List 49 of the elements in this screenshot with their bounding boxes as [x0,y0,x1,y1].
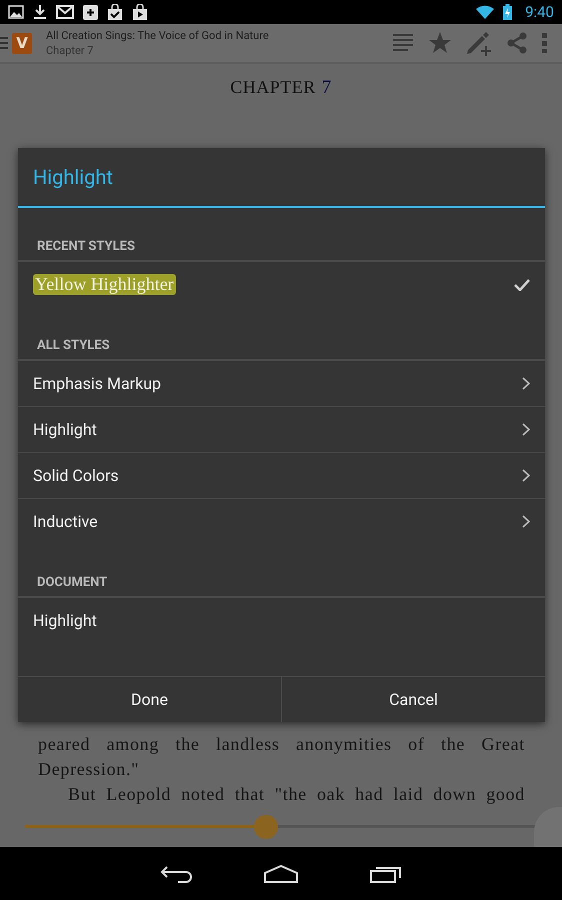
chapter-subtitle: Chapter 7 [46,43,94,58]
text-line: peared among the landless anonymities of the Great [38,733,525,756]
download-icon [33,4,47,20]
plus-icon [83,4,98,20]
text-line: Depression." [38,758,140,781]
battery-icon [503,4,512,20]
clock-time: 9:40 [525,3,554,21]
list-icon[interactable] [392,33,414,53]
style-name: Solid Colors [33,466,119,485]
back-icon[interactable] [160,864,192,882]
app-logo[interactable]: V [12,32,32,54]
style-row[interactable]: Solid Colors [18,453,545,499]
recents-icon[interactable] [370,864,402,882]
pencil-plus-icon[interactable] [466,30,492,56]
book-title: All Creation Sings: The Voice of God in Nature [46,28,270,43]
chevron-icon [522,469,530,482]
style-row[interactable]: Inductive [18,499,545,544]
mail-icon [56,5,74,19]
progress-slider[interactable] [25,815,537,837]
section-header: DOCUMENT [18,544,545,598]
style-name: Highlight [33,611,97,630]
overflow-menu-icon[interactable] [542,33,548,53]
cancel-button[interactable]: Cancel [281,677,545,722]
image-icon [8,5,24,19]
text-line: But Leopold noted that "the oak had laid down good [67,783,525,806]
style-row[interactable]: Highlight [18,407,545,453]
section-header: ALL STYLES [18,307,545,361]
style-name: Yellow Highlighter [33,274,176,295]
style-row[interactable]: Emphasis Markup [18,361,545,407]
section-header: RECENT STYLES [18,208,545,262]
home-icon[interactable] [264,864,298,882]
chevron-icon [522,423,530,436]
style-name: Highlight [33,420,97,439]
style-name: Emphasis Markup [33,374,162,393]
star-icon[interactable] [428,31,452,55]
chevron-icon [522,515,530,528]
play-bag-icon [132,4,148,20]
menu-icon[interactable] [0,37,8,49]
style-name: Inductive [33,512,98,531]
dialog-title: Highlight [18,148,545,208]
done-button[interactable]: Done [18,677,281,722]
chevron-icon [522,377,530,390]
wifi-icon [476,5,494,19]
slider-thumb[interactable] [254,815,278,839]
style-row[interactable]: Highlight [18,598,545,643]
share-icon[interactable] [506,32,528,54]
chapter-heading: CHAPTER [230,77,316,97]
shopping-bag-icon [107,4,123,20]
chapter-number: 7 [322,77,332,98]
